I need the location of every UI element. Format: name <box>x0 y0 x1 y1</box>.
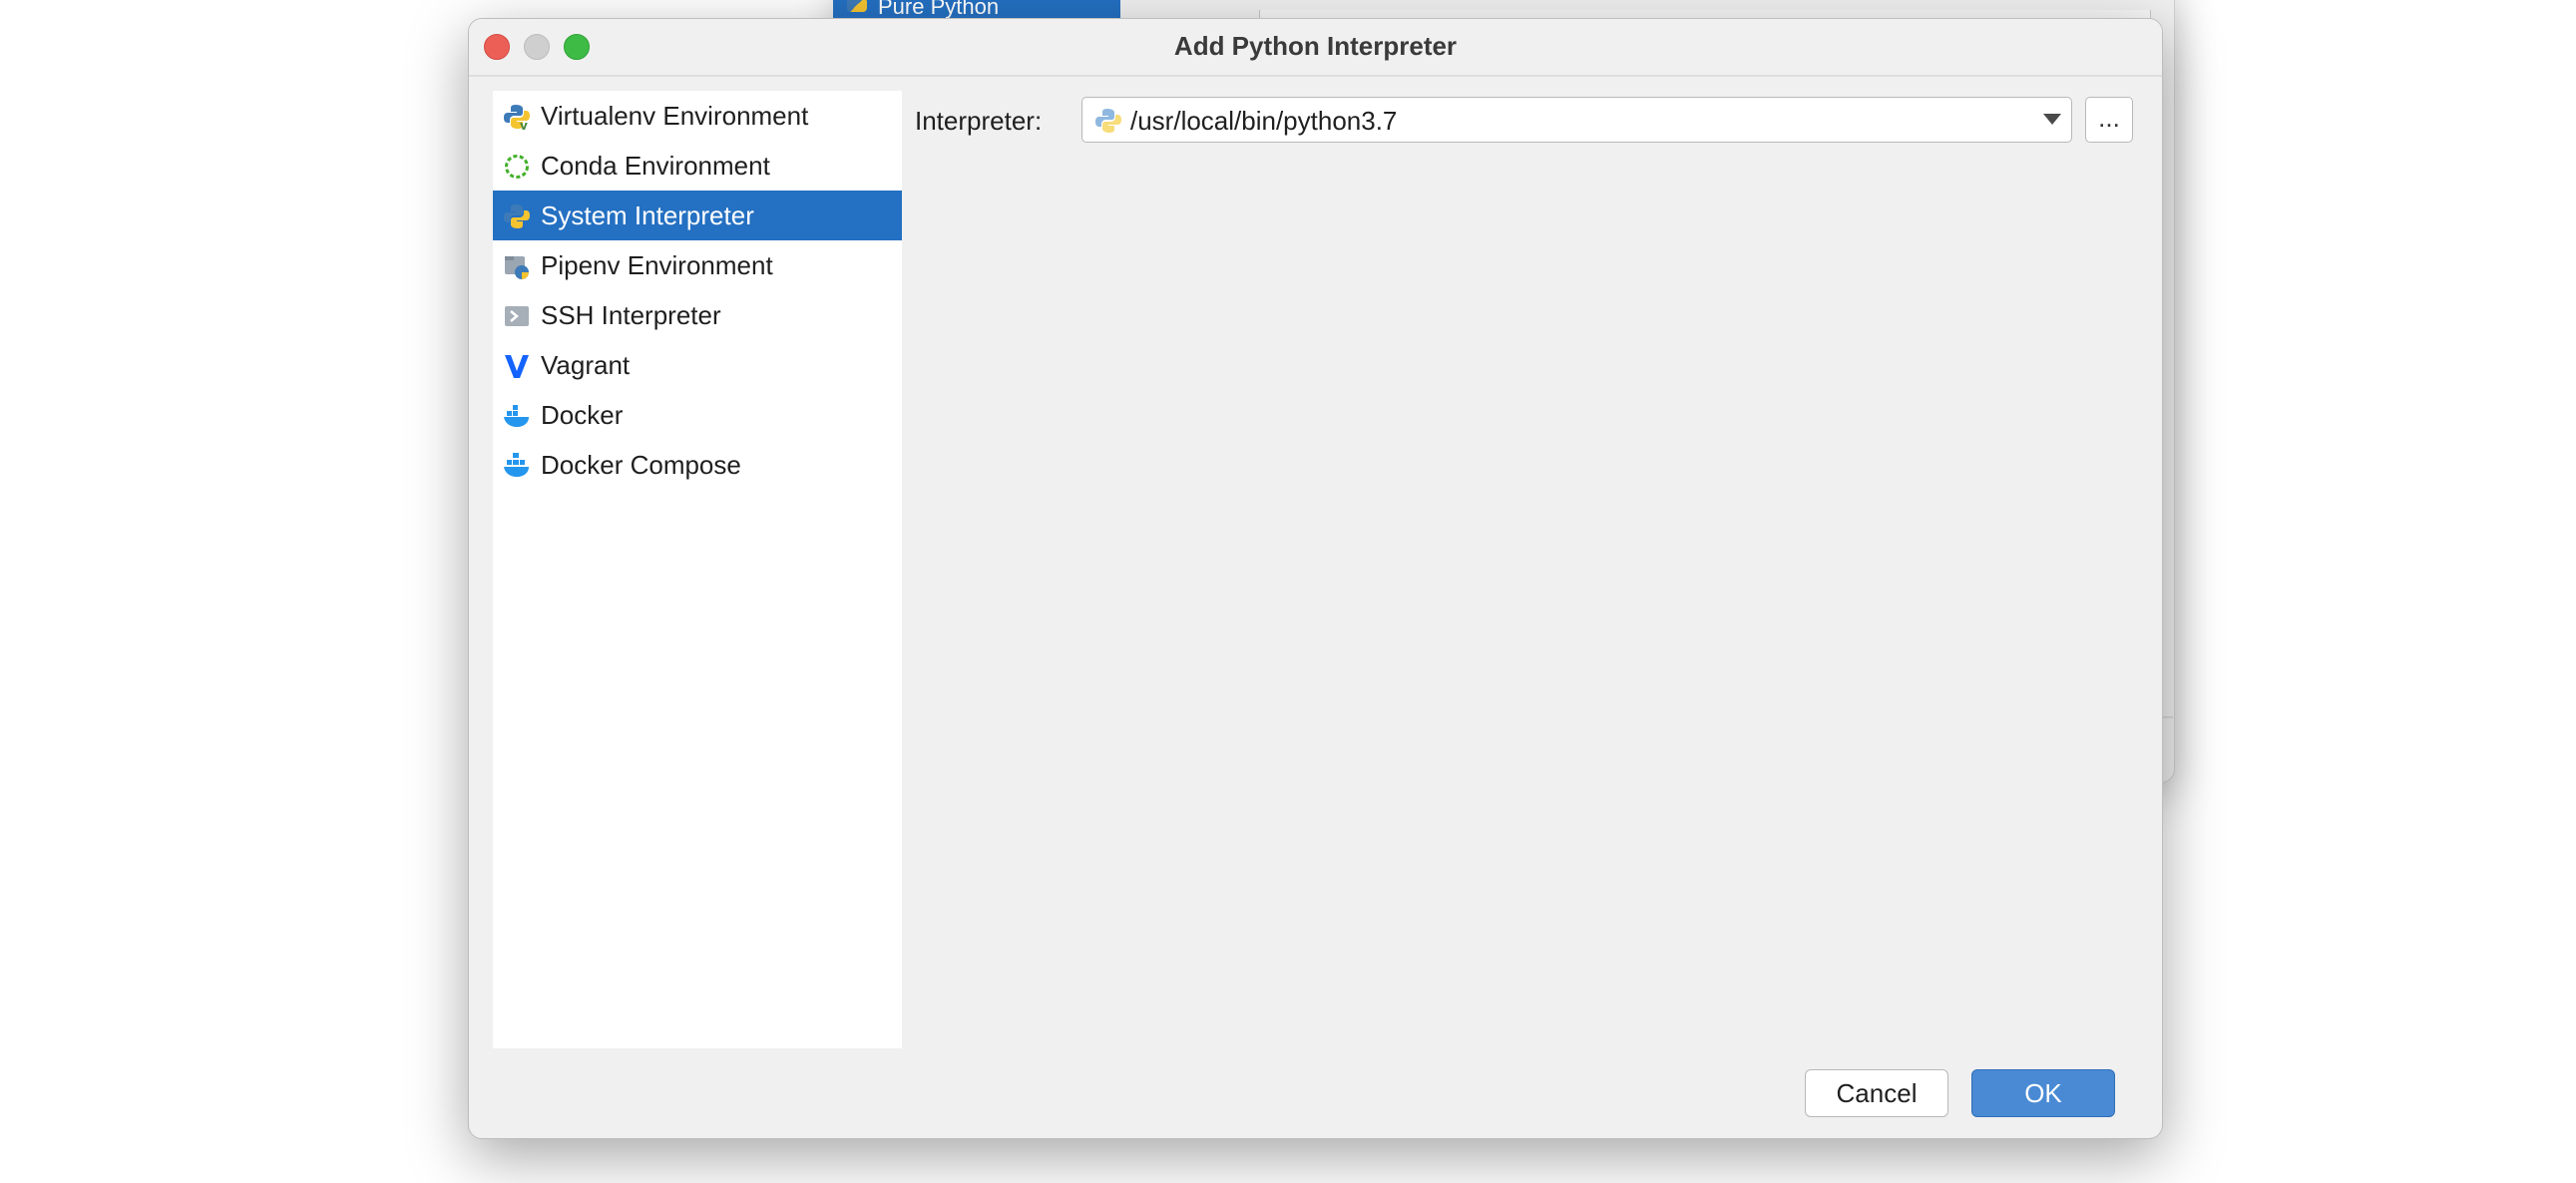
sidebar-item-ssh[interactable]: SSH Interpreter <box>493 290 902 340</box>
interpreter-type-list: v Virtualenv Environment Conda Environme… <box>493 91 902 1048</box>
background-selected-item[interactable]: Pure Python <box>833 0 1120 20</box>
add-python-interpreter-dialog: Add Python Interpreter v Virtualenv Envi… <box>468 18 2163 1139</box>
conda-icon <box>505 155 529 179</box>
sidebar-item-virtualenv[interactable]: v Virtualenv Environment <box>493 91 902 141</box>
python-icon <box>1095 109 1121 133</box>
dialog-title: Add Python Interpreter <box>1173 31 1458 61</box>
sidebar-item-pipenv[interactable]: Pipenv Environment <box>493 240 902 290</box>
vagrant-icon <box>505 355 529 378</box>
ok-button[interactable]: OK <box>1971 1069 2115 1117</box>
docker-icon <box>504 405 529 427</box>
pipenv-icon <box>505 256 529 279</box>
title-bar: Add Python Interpreter <box>469 19 2162 77</box>
interpreter-label: Interpreter: <box>915 106 1043 136</box>
sidebar-item-vagrant[interactable]: Vagrant <box>493 340 902 390</box>
browse-interpreter-button[interactable]: ... <box>2085 97 2133 143</box>
interpreter-path: /usr/local/bin/python3.7 <box>1130 106 1398 136</box>
cancel-button[interactable]: Cancel <box>1805 1069 1948 1117</box>
interpreter-dropdown[interactable]: /usr/local/bin/python3.7 <box>1081 97 2072 143</box>
svg-text:v: v <box>520 119 528 131</box>
python-icon <box>504 204 530 228</box>
python-icon <box>847 0 867 12</box>
sidebar-item-conda[interactable]: Conda Environment <box>493 141 902 191</box>
sidebar-item-system-interpreter[interactable]: System Interpreter <box>493 191 902 240</box>
python-virtualenv-icon: v <box>504 105 530 131</box>
sidebar-item-docker-compose[interactable]: Docker Compose <box>493 440 902 490</box>
chevron-down-icon[interactable] <box>2043 114 2061 125</box>
ssh-terminal-icon <box>505 306 529 326</box>
docker-compose-icon <box>504 453 529 477</box>
sidebar-item-docker[interactable]: Docker <box>493 390 902 440</box>
